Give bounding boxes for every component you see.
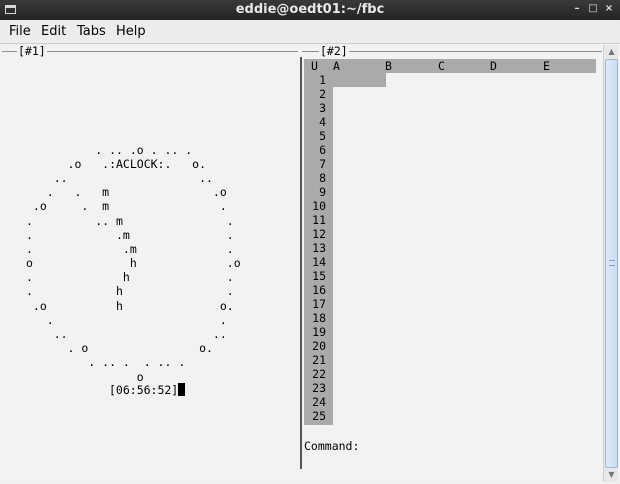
clock-line: .o . m . — [26, 199, 227, 213]
terminal-area[interactable]: [#1] [#2] . .. .o . .. . .o .:ACLOCK:. o… — [2, 45, 603, 482]
command-prompt[interactable]: Command: — [304, 439, 359, 453]
row-header[interactable]: 15 — [304, 269, 326, 283]
maximize-button[interactable]: □ — [586, 2, 600, 16]
scroll-up-arrow-icon[interactable]: ▲ — [604, 45, 619, 59]
sheet-column-header — [304, 59, 596, 73]
row-header[interactable]: 14 — [304, 255, 326, 269]
clock-time: [06:56:52] — [109, 383, 186, 397]
row-header[interactable]: 1 — [304, 73, 326, 87]
row-header[interactable]: 2 — [304, 87, 326, 101]
clock-line: . .m . — [26, 228, 234, 242]
selected-cell-a1[interactable] — [333, 73, 386, 87]
row-header[interactable]: 10 — [304, 199, 326, 213]
clock-line: .. .. — [26, 327, 227, 341]
row-header[interactable]: 11 — [304, 213, 326, 227]
row-header[interactable]: 23 — [304, 381, 326, 395]
column-header-d[interactable]: D — [490, 59, 497, 73]
scrollbar-thumb[interactable] — [605, 59, 618, 468]
row-header[interactable]: 8 — [304, 171, 326, 185]
clock-line: . h . — [26, 284, 234, 298]
row-header[interactable]: 13 — [304, 241, 326, 255]
row-header[interactable]: 21 — [304, 353, 326, 367]
scroll-down-arrow-icon[interactable]: ▼ — [604, 468, 619, 482]
column-header-a[interactable]: A — [333, 59, 340, 73]
column-header-e[interactable]: E — [543, 59, 550, 73]
clock-line: . . — [26, 313, 227, 327]
row-header[interactable]: 17 — [304, 297, 326, 311]
clock-line: . o o. — [26, 341, 213, 355]
menu-edit[interactable]: Edit — [41, 24, 66, 39]
row-header[interactable]: 24 — [304, 395, 326, 409]
column-header-c[interactable]: C — [438, 59, 445, 73]
clock-line: . .. m . — [26, 214, 234, 228]
terminal-cursor — [178, 383, 186, 396]
column-header-b[interactable]: B — [385, 59, 392, 73]
clock-line: .o .:ACLOCK:. o. — [26, 157, 207, 171]
row-header[interactable]: 25 — [304, 409, 326, 423]
clock-line: o h .o — [26, 256, 241, 270]
title-bar: eddie@oedt01:~/fbc – □ × — [0, 0, 620, 20]
clock-line: .. .. — [26, 171, 213, 185]
clock-line: . .. . . .. . — [26, 355, 186, 369]
scrollbar-grip-icon — [609, 260, 615, 266]
menu-help[interactable]: Help — [116, 24, 146, 39]
left-pane-tag: [#1] — [17, 45, 47, 58]
row-header[interactable]: 7 — [304, 157, 326, 171]
clock-line: . .. .o . .. . — [26, 143, 193, 157]
vertical-scrollbar[interactable]: ▲ ▼ — [603, 45, 618, 482]
row-header[interactable]: 12 — [304, 227, 326, 241]
clock-line: . h . — [26, 270, 234, 284]
row-header[interactable]: 18 — [304, 311, 326, 325]
minimize-button[interactable]: – — [570, 2, 584, 16]
clock-time-text: [06:56:52] — [109, 383, 179, 397]
clock-line: . .m . — [26, 242, 234, 256]
row-header[interactable]: 16 — [304, 283, 326, 297]
window-title: eddie@oedt01:~/fbc — [235, 2, 385, 17]
right-pane-tag: [#2] — [319, 45, 349, 58]
clock-line: .o h o. — [26, 299, 234, 313]
row-header[interactable]: 19 — [304, 325, 326, 339]
close-button[interactable]: × — [602, 2, 616, 16]
row-header[interactable]: 3 — [304, 101, 326, 115]
row-header[interactable]: 4 — [304, 115, 326, 129]
menu-tabs[interactable]: Tabs — [77, 24, 106, 39]
clock-line: . . m .o — [26, 185, 227, 199]
row-header[interactable]: 22 — [304, 367, 326, 381]
sheet-corner-label: U — [311, 59, 318, 73]
pane-divider[interactable] — [300, 57, 302, 469]
menu-bar: File Edit Tabs Help — [0, 20, 620, 44]
row-header[interactable]: 5 — [304, 129, 326, 143]
row-header[interactable]: 6 — [304, 143, 326, 157]
row-header[interactable]: 9 — [304, 185, 326, 199]
menu-file[interactable]: File — [9, 24, 31, 39]
row-header[interactable]: 20 — [304, 339, 326, 353]
